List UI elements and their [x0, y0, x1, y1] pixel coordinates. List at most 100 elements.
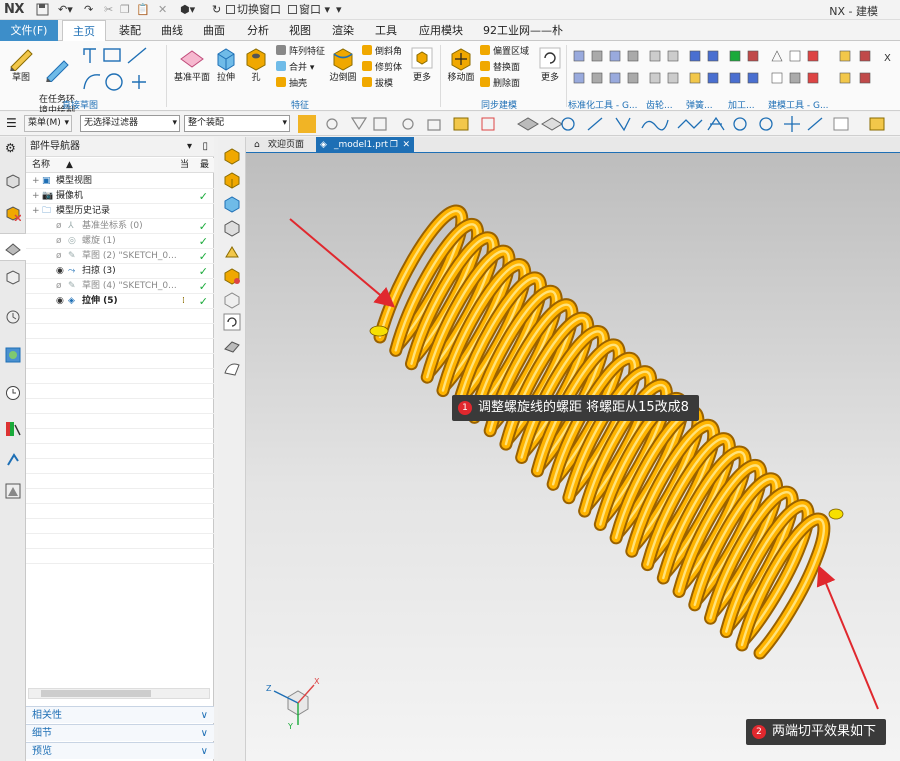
tree-row[interactable]: + ▣ 模型视图: [26, 174, 214, 189]
move-face-button[interactable]: 移动面: [444, 45, 478, 84]
sort-asc-icon[interactable]: ▲: [66, 158, 73, 173]
eye-icon[interactable]: ◉: [56, 294, 64, 309]
expand-icon[interactable]: +: [32, 204, 40, 219]
group-spring-label[interactable]: 弹簧...: [686, 98, 722, 111]
expand-icon[interactable]: +: [32, 189, 40, 204]
menu-button[interactable]: 菜单(M): [24, 115, 72, 132]
clock-icon[interactable]: [5, 385, 21, 401]
datum-plane-button[interactable]: 基准平面: [172, 45, 212, 84]
delete-icon[interactable]: ✕: [158, 3, 167, 17]
tab-welcome-page[interactable]: ⌂ 欢迎页面: [250, 137, 322, 153]
tab-model-prt[interactable]: ◈ _model1.prt ❐ ✕: [316, 137, 414, 153]
more-sync-button[interactable]: 更多: [536, 45, 564, 84]
tree-row[interactable]: ø ◎ 螺旋 (1) ✓: [26, 234, 214, 249]
view-triad[interactable]: Z X Y: [266, 677, 320, 731]
wireframe-icon[interactable]: [223, 291, 241, 309]
command-finder-icon[interactable]: ⬢▾: [180, 3, 195, 17]
trim-body-button[interactable]: 修剪体: [362, 61, 402, 75]
repeat-command-icon[interactable]: ↻: [212, 3, 221, 17]
group-machining-label[interactable]: 加工...: [728, 98, 764, 111]
snap-tools-icons[interactable]: [296, 114, 900, 134]
assembly-icon[interactable]: [223, 147, 241, 165]
hidden-eye-icon[interactable]: ø: [56, 234, 62, 249]
gear-icon[interactable]: ⚙: [5, 141, 21, 157]
group-gear-label[interactable]: 齿轮...: [646, 98, 682, 111]
toolkit-icon-grid[interactable]: X: [570, 47, 896, 91]
tab-home[interactable]: 主页: [62, 20, 106, 41]
graphics-viewport[interactable]: Z X Y 1 调整螺旋线的螺距 将螺距从15改成8 2 两端切平效果如下: [246, 153, 900, 761]
tab-applications[interactable]: 应用模块: [412, 20, 470, 41]
tab-file[interactable]: 文件(F): [0, 20, 58, 41]
expand-icon[interactable]: +: [32, 174, 40, 189]
chamfer-button[interactable]: 倒斜角: [362, 45, 402, 59]
tab-analysis[interactable]: 分析: [238, 20, 278, 41]
menu-icon[interactable]: ☰: [6, 116, 17, 130]
undo-icon[interactable]: ↶▾: [58, 3, 73, 17]
tab-surface[interactable]: 曲面: [194, 20, 234, 41]
hidden-eye-icon[interactable]: ø: [56, 219, 62, 234]
unite-button[interactable]: 合并 ▾: [276, 61, 314, 75]
sketch-curve-gallery[interactable]: [80, 45, 158, 95]
tab-render[interactable]: 渲染: [323, 20, 363, 41]
sheet-body-icon[interactable]: [223, 337, 241, 355]
cut-icon[interactable]: ✂: [104, 3, 113, 17]
assembly-navigator-icon[interactable]: [5, 173, 21, 189]
redo-icon[interactable]: ↷: [84, 3, 93, 17]
tab-tools[interactable]: 工具: [366, 20, 406, 41]
body-icon[interactable]: [223, 195, 241, 213]
switch-window-button[interactable]: 切换窗口: [226, 3, 281, 17]
offset-region-button[interactable]: 偏置区域: [480, 45, 529, 59]
shell-button[interactable]: 抽壳: [276, 77, 307, 91]
surface-icon[interactable]: [223, 359, 241, 377]
tab-assembly[interactable]: 装配: [110, 20, 150, 41]
tree-row[interactable]: ø ✎ 草图 (2) "SKETCH_0... ✓: [26, 249, 214, 264]
panel-details[interactable]: 细节 ∨: [26, 724, 214, 741]
feature-icon[interactable]: [223, 243, 241, 261]
window-menu-button[interactable]: 窗口 ▾: [288, 3, 330, 17]
hidden-eye-icon[interactable]: ø: [56, 279, 62, 294]
scrollbar-thumb[interactable]: [41, 690, 151, 697]
tab-view[interactable]: 视图: [280, 20, 320, 41]
column-latest[interactable]: 最: [200, 158, 209, 173]
system-scenes-icon[interactable]: [5, 483, 21, 499]
navigator-pin-icon[interactable]: ▯: [202, 137, 208, 157]
constraint-navigator-icon[interactable]: [5, 205, 21, 221]
horizontal-scrollbar[interactable]: [28, 688, 210, 699]
column-current[interactable]: 当: [180, 158, 189, 173]
tab-92industry[interactable]: 92工业网——朴心: [478, 20, 568, 58]
edge-blend-button[interactable]: 边倒圆: [328, 45, 358, 84]
tree-row[interactable]: ◉ ⤳ 扫掠 (3) ✓: [26, 264, 214, 279]
quick-access-dropdown-icon[interactable]: ▾: [336, 3, 342, 17]
extrude-button[interactable]: 拉伸: [212, 45, 240, 84]
refresh-icon[interactable]: [223, 313, 241, 331]
tree-row[interactable]: + 📷 摄像机 ✓: [26, 189, 214, 204]
tree-row[interactable]: ø ⅄ 基准坐标系 (0) ✓: [26, 219, 214, 234]
tree-row[interactable]: ◉ ◈ 拉伸 (5) ⁞ ✓: [26, 294, 214, 309]
part-navigator-tab[interactable]: [0, 233, 26, 261]
selection-filter-combo[interactable]: 无选择过滤器: [80, 115, 180, 132]
more-features-button[interactable]: 更多: [408, 45, 436, 84]
face-icon[interactable]: [223, 219, 241, 237]
sketch-button[interactable]: 草图: [4, 45, 38, 84]
group-std-tools-label[interactable]: 标准化工具 - G...: [568, 98, 638, 111]
role-icon[interactable]: [5, 451, 21, 467]
hole-button[interactable]: 孔: [242, 45, 270, 84]
delete-face-button[interactable]: 删除面: [480, 77, 520, 91]
draft-button[interactable]: 拔模: [362, 77, 393, 91]
column-name[interactable]: 名称: [32, 158, 50, 173]
save-icon[interactable]: [36, 3, 49, 17]
web-browser-icon[interactable]: [5, 347, 21, 363]
component-icon[interactable]: [223, 171, 241, 189]
copy-icon[interactable]: ❐: [120, 3, 130, 17]
tab-curve[interactable]: 曲线: [152, 20, 192, 41]
sketch-sel-icon[interactable]: [223, 267, 241, 285]
assembly-scope-combo[interactable]: 整个装配: [184, 115, 290, 132]
window-restore-icon[interactable]: ❐: [390, 137, 398, 153]
tree-row[interactable]: + 🗀 模型历史记录: [26, 204, 214, 219]
palette-icon[interactable]: [5, 421, 21, 437]
replace-face-button[interactable]: 替换面: [480, 61, 520, 75]
navigator-menu-icon[interactable]: ▾: [187, 137, 192, 157]
close-tab-icon[interactable]: ✕: [402, 137, 410, 153]
eye-icon[interactable]: ◉: [56, 264, 64, 279]
tree-row[interactable]: ø ✎ 草图 (4) "SKETCH_0... ✓: [26, 279, 214, 294]
